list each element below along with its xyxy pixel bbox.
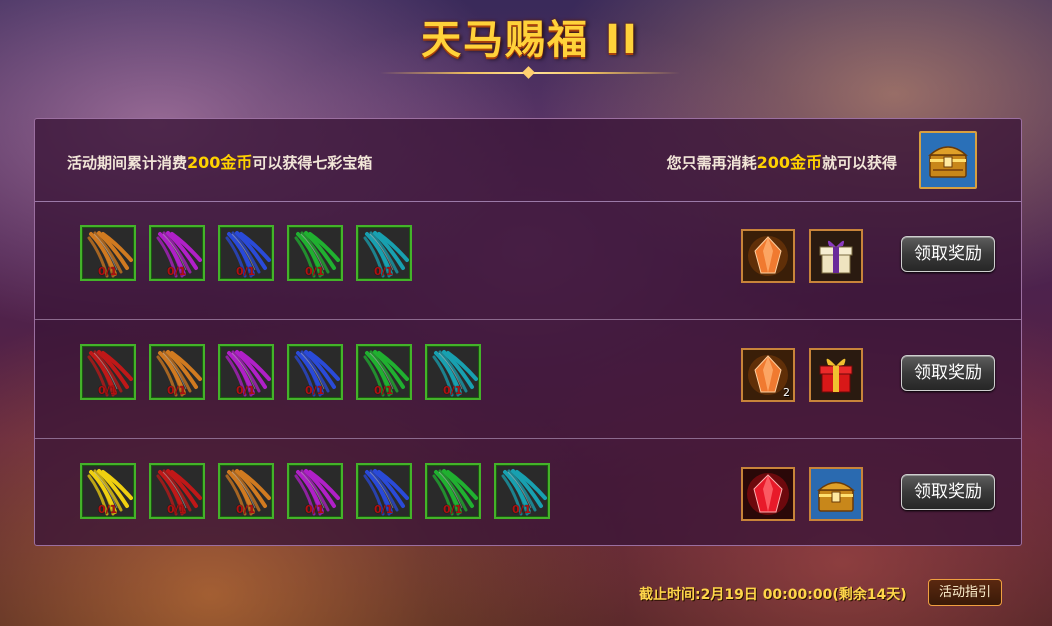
reward-slot[interactable]: [741, 229, 795, 283]
reward-slot[interactable]: [809, 229, 863, 283]
row-divider: [35, 438, 1021, 439]
claim-reward-button[interactable]: 领取奖励: [901, 474, 995, 510]
feather-slot[interactable]: 0/1: [149, 344, 205, 400]
feather-slot[interactable]: 0/1: [80, 344, 136, 400]
reward-slot[interactable]: [809, 467, 863, 521]
feather-count: 0/1: [305, 384, 325, 397]
page-title: 天马赐福 II: [421, 17, 639, 63]
feather-slot[interactable]: 0/1: [218, 225, 274, 281]
header-right-suffix: 就可以获得: [821, 154, 897, 172]
rainbow-treasure-chest-icon[interactable]: [919, 131, 977, 189]
feather-slot[interactable]: 0/1: [218, 344, 274, 400]
feather-count: 0/1: [236, 384, 256, 397]
reward-slot[interactable]: 2: [741, 348, 795, 402]
feather-slot[interactable]: 0/1: [494, 463, 550, 519]
reward-row-2: 0/1 0/1 0/1 0/1 0/1 0/1 2 领取奖励: [35, 321, 1021, 439]
feather-count: 0/1: [305, 503, 325, 516]
reward-slot[interactable]: [809, 348, 863, 402]
feather-count: 0/1: [98, 503, 118, 516]
red-crystal-icon: [743, 469, 793, 519]
feather-slot[interactable]: 0/1: [287, 225, 343, 281]
feather-slot[interactable]: 0/1: [149, 463, 205, 519]
title-banner: 天马赐福 II: [380, 14, 680, 84]
feather-count: 0/1: [374, 384, 394, 397]
claim-reward-button[interactable]: 领取奖励: [901, 355, 995, 391]
feather-slot[interactable]: 0/1: [80, 225, 136, 281]
feather-slot[interactable]: 0/1: [356, 225, 412, 281]
feather-count: 0/1: [98, 265, 118, 278]
header-remaining: 您只需再消耗200金币就可以获得: [667, 149, 897, 173]
feather-count: 0/1: [167, 384, 187, 397]
activity-guide-button[interactable]: 活动指引: [928, 579, 1002, 606]
feather-slot[interactable]: 0/1: [149, 225, 205, 281]
reward-count: 2: [783, 386, 790, 399]
feather-count: 0/1: [236, 503, 256, 516]
header-left-suffix: 可以获得七彩宝箱: [252, 154, 373, 172]
title-ornament-icon: [522, 66, 535, 79]
reward-panel: 活动期间累计消费200金币可以获得七彩宝箱 您只需再消耗200金币就可以获得 0…: [34, 118, 1022, 546]
feather-count: 0/1: [98, 384, 118, 397]
feather-slot[interactable]: 0/1: [287, 344, 343, 400]
header-description: 活动期间累计消费200金币可以获得七彩宝箱: [67, 149, 372, 173]
feather-slot[interactable]: 0/1: [356, 344, 412, 400]
header-right-amount: 200金币: [756, 153, 822, 172]
deadline-text: 截止时间:2月19日 00:00:00(剩余14天): [639, 587, 907, 603]
feather-count: 0/1: [374, 503, 394, 516]
treasure-chest-icon: [811, 469, 861, 519]
feather-count: 0/1: [443, 384, 463, 397]
feather-count: 0/1: [374, 265, 394, 278]
feather-slot[interactable]: 0/1: [80, 463, 136, 519]
reward-slot[interactable]: [741, 467, 795, 521]
feather-count: 0/1: [305, 265, 325, 278]
panel-header: 活动期间累计消费200金币可以获得七彩宝箱 您只需再消耗200金币就可以获得: [35, 119, 1021, 202]
claim-reward-button[interactable]: 领取奖励: [901, 236, 995, 272]
feather-slot[interactable]: 0/1: [287, 463, 343, 519]
row-divider: [35, 319, 1021, 320]
orange-crystal-icon: [743, 231, 793, 281]
feather-count: 0/1: [167, 503, 187, 516]
gift-box-icon: [811, 231, 861, 281]
feather-slot[interactable]: 0/1: [425, 463, 481, 519]
red-gift-box-icon: [811, 350, 861, 400]
header-left-amount: 200金币: [187, 153, 253, 172]
feather-count: 0/1: [167, 265, 187, 278]
header-left-prefix: 活动期间累计消费: [67, 154, 188, 172]
header-right-prefix: 您只需再消耗: [666, 154, 757, 172]
feather-slot[interactable]: 0/1: [218, 463, 274, 519]
reward-row-1: 0/1 0/1 0/1 0/1 0/1 领取奖励: [35, 202, 1021, 320]
feather-count: 0/1: [512, 503, 532, 516]
reward-row-3: 0/1 0/1 0/1 0/1 0/1 0/1 0/1 领取奖励: [35, 440, 1021, 558]
feather-count: 0/1: [236, 265, 256, 278]
feather-count: 0/1: [443, 503, 463, 516]
feather-slot[interactable]: 0/1: [356, 463, 412, 519]
feather-slot[interactable]: 0/1: [425, 344, 481, 400]
